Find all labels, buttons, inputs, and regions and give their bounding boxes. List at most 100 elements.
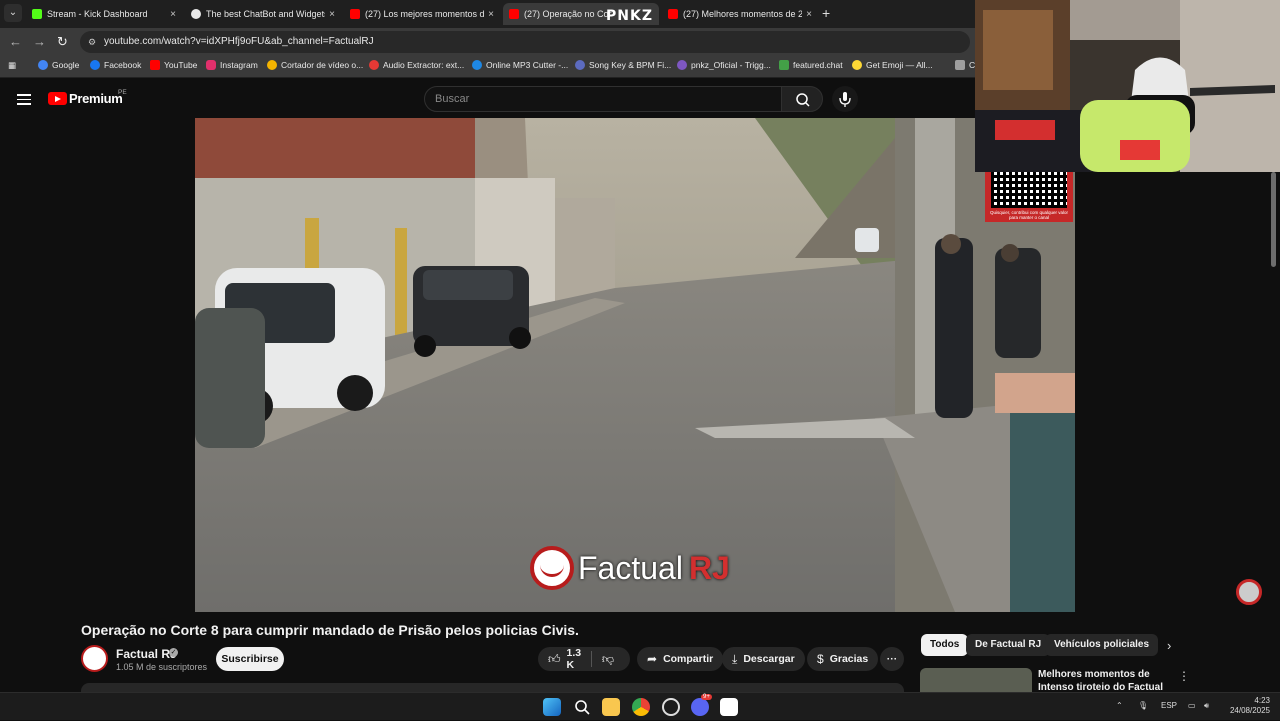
super-thanks-icon: $ (817, 652, 824, 666)
chip-de-factual-rj[interactable]: De Factual RJ (966, 634, 1051, 656)
obs-icon[interactable] (662, 698, 680, 716)
qr-code-icon (991, 172, 1067, 208)
premium-logo-text[interactable]: Premium (69, 91, 123, 106)
channel-name[interactable]: Factual RJ (116, 647, 177, 661)
like-dislike-group[interactable]: 👍︎ 1.3 K 👎︎ (538, 647, 630, 671)
bookmark-mp3-cutter[interactable]: Online MP3 Cutter -... (472, 60, 568, 70)
download-icon: ⤓ (732, 651, 738, 666)
search-placeholder: Buscar (435, 93, 470, 105)
trigger-icon (677, 60, 687, 70)
recommendation-thumbnail[interactable] (920, 668, 1032, 692)
tab-chatbot[interactable]: The best ChatBot and Widgets × (185, 3, 341, 25)
pnkz-stream-logo: PNKZ (606, 8, 653, 24)
chatbot-icon (191, 9, 201, 19)
floating-channel-avatar[interactable] (1236, 579, 1262, 605)
youtube-icon (509, 9, 519, 19)
bookmark-pnkz-trigger[interactable]: pnkz_Oficial - Trigg... (677, 60, 771, 70)
network-icon[interactable]: ▭ (1188, 701, 1196, 710)
search-icon[interactable] (573, 698, 591, 716)
dislike-icon[interactable]: 👎︎ (602, 652, 614, 667)
tab-youtube-melhores[interactable]: (27) Melhores momentos de 20 × (662, 3, 818, 25)
windows-start-icon[interactable] (543, 698, 561, 716)
video-title: Operação no Corte 8 para cumprir mandado… (81, 622, 579, 638)
tab-youtube-los-mejores[interactable]: (27) Los mejores momentos de × (344, 3, 500, 25)
forward-icon[interactable]: → (33, 34, 46, 49)
system-clock[interactable]: 4:23 24/08/2025 (1224, 696, 1270, 716)
video-frame-street-scene (195, 118, 1075, 612)
bookmark-instagram[interactable]: Instagram (206, 60, 258, 70)
bookmark-song-key[interactable]: Song Key & BPM Fi... (575, 60, 671, 70)
language-indicator[interactable]: ESP (1161, 701, 1177, 710)
tab-search-button[interactable]: ⌄ (4, 4, 22, 22)
discord-badge: 9+ (701, 694, 712, 700)
bookmark-cortador[interactable]: Cortador de vídeo o... (267, 60, 363, 70)
search-input[interactable]: Buscar (424, 86, 782, 112)
download-button[interactable]: ⤓ Descargar (722, 647, 805, 671)
factual-rj-watermark: Factual RJ (530, 546, 730, 590)
facebook-icon (90, 60, 100, 70)
bookmark-c-icon (955, 60, 965, 70)
share-icon: ➦ (647, 652, 658, 666)
file-explorer-icon[interactable] (602, 698, 620, 716)
microphone-tray-icon[interactable]: 🎙︎ (1138, 701, 1148, 710)
site-info-icon[interactable]: ⚙ (88, 37, 98, 47)
video-player[interactable]: Factual RJ (195, 118, 1075, 612)
more-actions-button[interactable]: ··· (880, 647, 904, 671)
factual-rj-logo-icon (530, 546, 574, 590)
right-sidebar-background (1075, 172, 1280, 612)
reload-icon[interactable]: ↻ (57, 34, 68, 50)
address-bar[interactable]: ⚙ youtube.com/watch?v=idXPHfj9oFU&ab_cha… (80, 31, 970, 53)
audio-extractor-icon (369, 60, 379, 70)
region-code: PE (118, 89, 127, 96)
bookmark-c[interactable]: C (955, 60, 975, 70)
emoji-icon (852, 60, 862, 70)
recommendation-title[interactable]: Melhores momentos de Intenso tiroteio do… (1038, 668, 1173, 692)
bookmark-get-emoji[interactable]: Get Emoji — All... (852, 60, 933, 70)
bookmark-google[interactable]: Google (38, 60, 79, 70)
chip-todos[interactable]: Todos (921, 634, 969, 656)
thanks-button[interactable]: $ Gracias (807, 647, 879, 671)
like-count[interactable]: 1.3 K (567, 647, 582, 671)
bookmark-featured-chat[interactable]: featured.chat (779, 60, 843, 70)
channel-avatar[interactable] (81, 645, 108, 672)
bookmark-audio-extractor[interactable]: Audio Extractor: ext... (369, 60, 464, 70)
youtube-icon (150, 60, 160, 70)
subscriber-count: 1.05 M de suscriptores (116, 662, 208, 672)
featured-chat-icon (779, 60, 789, 70)
bookmark-facebook[interactable]: Facebook (90, 60, 141, 70)
url-text[interactable]: youtube.com/watch?v=idXPHfj9oFU&ab_chann… (104, 36, 374, 47)
share-button[interactable]: ➦ Compartir (637, 647, 724, 671)
youtube-icon (350, 9, 360, 19)
new-tab-button[interactable]: + (822, 5, 830, 21)
page-scrollbar[interactable] (1271, 172, 1276, 267)
mp3-cutter-icon (472, 60, 482, 70)
webcam-overlay (975, 0, 1280, 172)
youtube-logo-icon[interactable] (48, 92, 67, 105)
webcam-feed-image (975, 0, 1280, 172)
like-icon[interactable]: 👍︎ (548, 652, 561, 667)
close-tab-icon[interactable]: × (488, 9, 494, 20)
apps-grid-icon[interactable]: ▦ (8, 60, 16, 71)
menu-icon[interactable] (17, 94, 31, 105)
donation-qr-card: Quisquier, contribui com qualquer valor … (985, 172, 1073, 222)
chip-vehiculos-policiales[interactable]: Vehículos policiales (1045, 634, 1159, 656)
verified-check-icon: ✓ (169, 648, 178, 657)
discord-icon[interactable]: 9+ (691, 694, 712, 716)
close-tab-icon[interactable]: × (806, 9, 812, 20)
tab-kick-dashboard[interactable]: Stream - Kick Dashboard × (26, 3, 182, 25)
volume-icon[interactable]: 🔊︎ (1204, 701, 1209, 711)
capcut-icon[interactable] (720, 698, 738, 716)
recommendation-menu-icon[interactable]: ⋮ (1178, 669, 1190, 683)
bookmarks-bar: ▦ Google Facebook YouTube Instagram Cort… (0, 56, 980, 78)
search-button[interactable] (781, 86, 823, 112)
chrome-icon[interactable] (632, 698, 650, 716)
subscribe-button[interactable]: Suscribirse (216, 647, 284, 671)
browser-toolbar: ← → ↻ ⚙ youtube.com/watch?v=idXPHfj9oFU&… (0, 28, 980, 56)
close-tab-icon[interactable]: × (170, 9, 176, 20)
back-icon[interactable]: ← (9, 34, 22, 49)
bookmark-youtube[interactable]: YouTube (150, 60, 197, 70)
tray-chevron-icon[interactable]: ⌃ (1116, 701, 1123, 710)
chevron-right-icon[interactable]: › (1167, 638, 1171, 653)
voice-search-button[interactable] (832, 86, 858, 112)
close-tab-icon[interactable]: × (329, 9, 335, 20)
